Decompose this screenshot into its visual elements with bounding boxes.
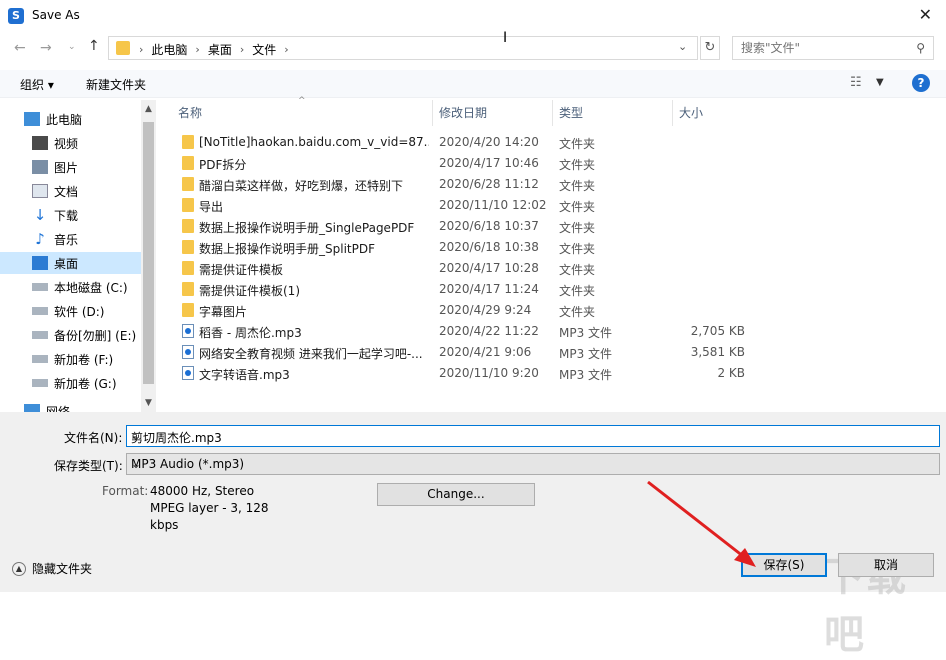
annotation-arrow xyxy=(647,480,756,567)
mouse-cursor-icon: I xyxy=(503,30,508,46)
arrow-shaft xyxy=(647,480,749,562)
